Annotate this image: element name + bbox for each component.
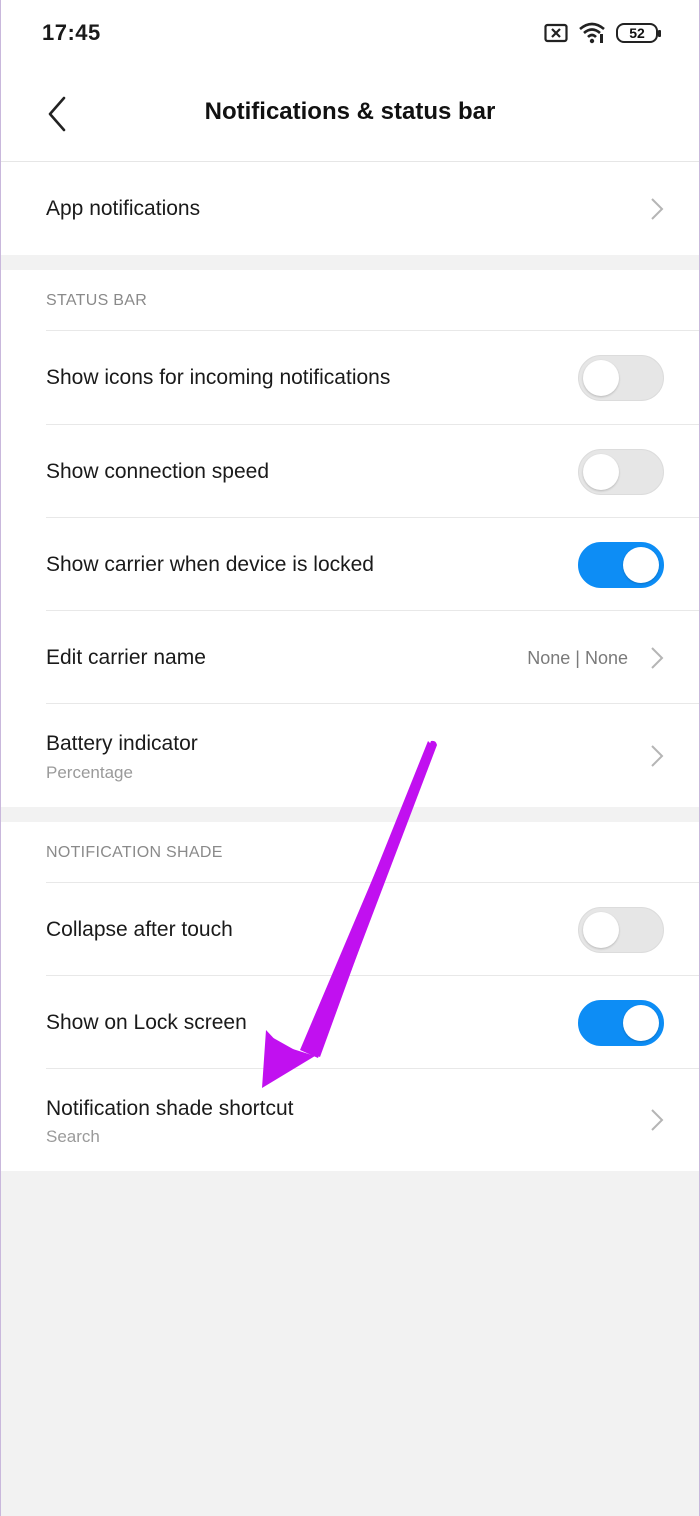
carrier-name-value: None | None <box>527 648 628 668</box>
notification-shade-shortcut-row[interactable]: Notification shade shortcut Search <box>0 1069 700 1171</box>
connection-speed-row[interactable]: Show connection speed <box>0 425 700 518</box>
toggle-knob <box>583 454 619 490</box>
row-label: Battery indicator <box>46 732 198 755</box>
chevron-right-icon <box>651 198 664 220</box>
row-label: Show on Lock screen <box>46 1011 247 1034</box>
row-label: Notification shade shortcut <box>46 1097 294 1120</box>
toggle-knob <box>623 1005 659 1041</box>
app-notifications-section: App notifications <box>0 162 700 255</box>
status-time: 17:45 <box>42 20 101 45</box>
chevron-right-icon <box>651 745 664 767</box>
app-notifications-row[interactable]: App notifications <box>0 162 700 255</box>
toggle-knob <box>583 912 619 948</box>
row-label: Edit carrier name <box>46 646 206 669</box>
row-label: Show connection speed <box>46 460 269 483</box>
show-on-lock-screen-toggle[interactable] <box>578 1000 664 1046</box>
toggle-knob <box>583 360 619 396</box>
connection-speed-toggle[interactable] <box>578 449 664 495</box>
collapse-after-touch-toggle[interactable] <box>578 907 664 953</box>
status-icons: 52 <box>544 22 661 44</box>
carrier-locked-row[interactable]: Show carrier when device is locked <box>0 518 700 611</box>
row-label: Show carrier when device is locked <box>46 553 374 576</box>
carrier-locked-toggle[interactable] <box>578 542 664 588</box>
chevron-right-icon <box>651 647 664 669</box>
row-sublabel: Search <box>46 1127 100 1146</box>
show-icons-row[interactable]: Show icons for incoming notifications <box>0 331 700 424</box>
row-label: Show icons for incoming notifications <box>46 366 391 389</box>
page-title: Notifications & status bar <box>204 98 496 125</box>
notification-shade-section: NOTIFICATION SHADE Collapse after touch … <box>0 822 700 1171</box>
section-heading: STATUS BAR <box>46 292 148 309</box>
sim-none-icon <box>544 23 568 43</box>
section-heading: NOTIFICATION SHADE <box>46 844 223 861</box>
app-header: Notifications & status bar <box>0 68 700 162</box>
collapse-after-touch-row[interactable]: Collapse after touch <box>0 883 700 976</box>
show-icons-toggle[interactable] <box>578 355 664 401</box>
status-bar-section: STATUS BAR Show icons for incoming notif… <box>0 270 700 807</box>
wifi-icon <box>579 22 605 44</box>
row-label: App notifications <box>46 197 201 220</box>
show-on-lock-screen-row[interactable]: Show on Lock screen <box>0 976 700 1069</box>
row-label: Collapse after touch <box>46 918 233 941</box>
row-sublabel: Percentage <box>46 763 133 782</box>
battery-icon: 52 <box>616 23 661 43</box>
status-bar: 17:45 52 <box>0 0 700 68</box>
battery-indicator-row[interactable]: Battery indicator Percentage <box>0 704 700 807</box>
toggle-knob <box>623 547 659 583</box>
edit-carrier-name-row[interactable]: Edit carrier name None | None <box>0 611 700 704</box>
chevron-right-icon <box>651 1109 664 1131</box>
